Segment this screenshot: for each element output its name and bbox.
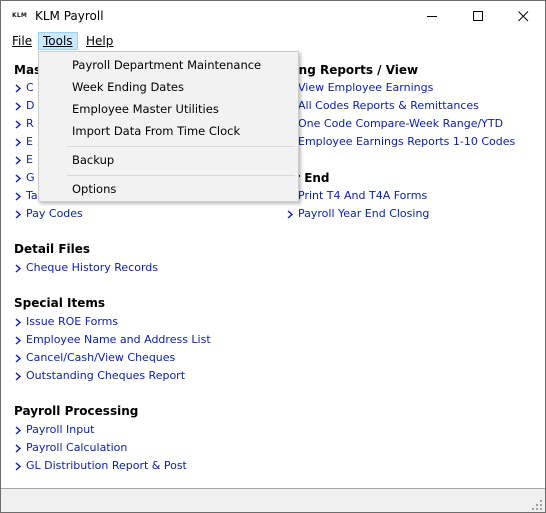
status-bar [1, 488, 545, 512]
tools-dropdown-menu: Payroll Department Maintenance Week Endi… [38, 51, 299, 202]
master-link-label: C [26, 81, 34, 94]
master-link-5[interactable]: E [14, 153, 33, 166]
cancel-cash-view-cheques-link[interactable]: Cancel/Cash/View Cheques [14, 351, 175, 364]
chevron-right-icon [14, 191, 23, 201]
menu-file-label: File [12, 34, 33, 48]
menu-help-label: Help [86, 34, 114, 48]
master-link-label: E [26, 153, 33, 166]
chevron-right-icon [14, 425, 23, 435]
chevron-right-icon [14, 209, 23, 219]
link-label: Employee Name and Address List [26, 333, 211, 346]
window-title: KLM Payroll [35, 9, 104, 23]
cheque-history-records-link[interactable]: Cheque History Records [14, 261, 158, 274]
chevron-right-icon [14, 443, 23, 453]
chevron-right-icon [14, 353, 23, 363]
chevron-right-icon [14, 83, 23, 93]
section-title-earnings-reports: ning Reports / View [286, 63, 419, 77]
minimize-icon [427, 16, 437, 17]
maximize-button[interactable] [456, 1, 501, 31]
menu-tools-label: Tools [43, 34, 73, 48]
link-label: Cheque History Records [26, 261, 159, 274]
link-label: Payroll Calculation [26, 441, 128, 454]
chevron-right-icon [14, 137, 23, 147]
chevron-right-icon [14, 155, 23, 165]
chevron-right-icon [14, 317, 23, 327]
payroll-input-link[interactable]: Payroll Input [14, 423, 95, 436]
master-link-7[interactable]: Ta [14, 189, 38, 202]
menu-help[interactable]: Help [82, 32, 117, 50]
view-employee-earnings-link[interactable]: View Employee Earnings [286, 81, 433, 94]
pay-codes-link[interactable]: Pay Codes [14, 207, 83, 220]
outstanding-cheques-report-link[interactable]: Outstanding Cheques Report [14, 369, 185, 382]
print-t4-forms-link[interactable]: Print T4 And T4A Forms [286, 189, 427, 202]
link-label: All Codes Reports & Remittances [298, 99, 479, 112]
menu-separator [67, 146, 295, 147]
app-window: KLM KLM Payroll File Tools Help Mas C D … [0, 0, 546, 513]
menu-item-import-data-from-time-clock[interactable]: Import Data From Time Clock [72, 124, 240, 138]
link-label: Payroll Input [26, 423, 95, 436]
chevron-right-icon [14, 335, 23, 345]
app-logo: KLM [12, 12, 28, 19]
gl-distribution-report-link[interactable]: GL Distribution Report & Post [14, 459, 187, 472]
employee-name-address-list-link[interactable]: Employee Name and Address List [14, 333, 211, 346]
section-title-payroll-processing: Payroll Processing [14, 404, 139, 418]
master-link-label: E [26, 135, 33, 148]
link-label: Outstanding Cheques Report [26, 369, 186, 382]
master-link-label: Ta [26, 189, 38, 202]
link-label: GL Distribution Report & Post [26, 459, 187, 472]
section-title-detail-files: Detail Files [14, 242, 91, 256]
section-title-special-items: Special Items [14, 296, 105, 310]
master-link-6[interactable]: G [14, 171, 35, 184]
link-label: View Employee Earnings [298, 81, 434, 94]
one-code-compare-link[interactable]: One Code Compare-Week Range/YTD [286, 117, 503, 130]
link-label: Issue ROE Forms [26, 315, 119, 328]
chevron-right-icon [14, 263, 23, 273]
close-button[interactable] [501, 1, 545, 31]
master-link-label: G [26, 171, 35, 184]
maximize-icon [473, 11, 483, 21]
menu-separator [67, 175, 295, 176]
payroll-year-end-closing-link[interactable]: Payroll Year End Closing [286, 207, 429, 220]
title-bar[interactable]: KLM KLM Payroll [1, 1, 545, 31]
menu-item-payroll-department-maintenance[interactable]: Payroll Department Maintenance [72, 58, 261, 72]
all-codes-reports-link[interactable]: All Codes Reports & Remittances [286, 99, 479, 112]
master-link-4[interactable]: E [14, 135, 33, 148]
master-link-2[interactable]: D [14, 99, 34, 112]
close-icon [518, 11, 529, 22]
chevron-right-icon [14, 461, 23, 471]
chevron-right-icon [14, 371, 23, 381]
menu-item-employee-master-utilities[interactable]: Employee Master Utilities [72, 102, 219, 116]
menu-item-backup[interactable]: Backup [72, 153, 114, 167]
menu-item-week-ending-dates[interactable]: Week Ending Dates [72, 80, 184, 94]
employee-earnings-reports-link[interactable]: Employee Earnings Reports 1-10 Codes [286, 135, 515, 148]
menu-tools[interactable]: Tools [38, 32, 78, 50]
chevron-right-icon [286, 209, 295, 219]
link-label: One Code Compare-Week Range/YTD [298, 117, 504, 130]
link-label: Payroll Year End Closing [298, 207, 430, 220]
link-label: Print T4 And T4A Forms [298, 189, 428, 202]
minimize-button[interactable] [410, 1, 455, 31]
menu-item-options[interactable]: Options [72, 182, 116, 196]
payroll-calculation-link[interactable]: Payroll Calculation [14, 441, 127, 454]
master-link-1[interactable]: C [14, 81, 34, 94]
master-link-label: D [26, 99, 35, 112]
link-label: Cancel/Cash/View Cheques [26, 351, 176, 364]
pay-codes-label: Pay Codes [26, 207, 83, 220]
master-link-3[interactable]: R [14, 117, 34, 130]
link-label: Employee Earnings Reports 1-10 Codes [298, 135, 516, 148]
chevron-right-icon [14, 119, 23, 129]
menu-bar: File Tools Help [1, 31, 545, 51]
chevron-right-icon [14, 101, 23, 111]
resize-grip-icon[interactable] [531, 499, 543, 511]
issue-roe-forms-link[interactable]: Issue ROE Forms [14, 315, 118, 328]
chevron-right-icon [14, 173, 23, 183]
menu-file[interactable]: File [8, 32, 36, 50]
master-link-label: R [26, 117, 34, 130]
